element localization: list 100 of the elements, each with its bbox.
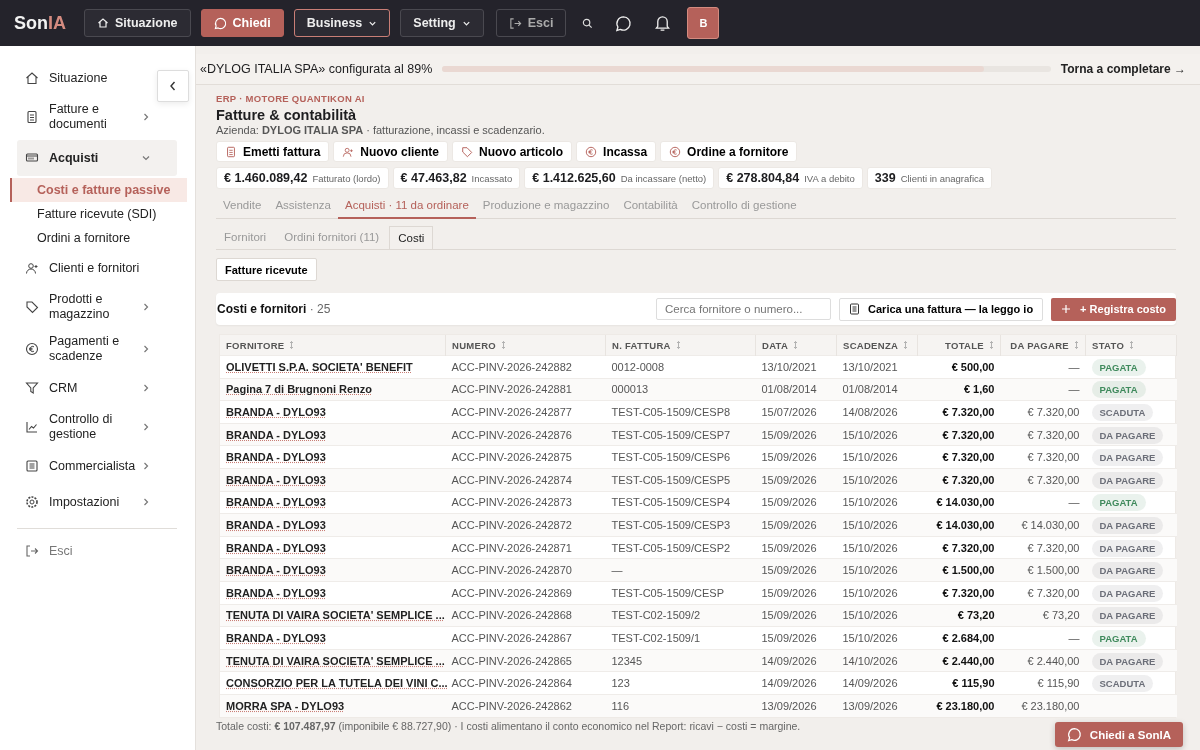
bell-icon[interactable]	[654, 14, 672, 32]
complete-link[interactable]: Torna a completare →	[1060, 62, 1186, 76]
kpi-label: Da incassare (netto)	[620, 172, 707, 184]
action-button[interactable]: Nuovo articolo	[452, 141, 573, 162]
chevron-right-icon	[141, 461, 151, 471]
supplier-link[interactable]: BRANDA - DYLO93	[226, 586, 326, 599]
supplier-link[interactable]: BRANDA - DYLO93	[226, 496, 326, 509]
table-cell: 14/09/2026	[761, 677, 817, 690]
chat-button[interactable]: Chiedi a SonIA	[1054, 722, 1183, 747]
table-cell: € 23.180,00	[1021, 699, 1080, 712]
chat-icon[interactable]	[615, 14, 633, 32]
table-cell: € 7.320,00	[942, 541, 995, 554]
action-button[interactable]: Nuovo cliente	[333, 141, 449, 162]
euro-icon	[585, 145, 598, 158]
nav-button[interactable]: Situazione	[84, 9, 191, 37]
sidebar-subitem[interactable]: Fatture ricevute (SDI)	[10, 202, 187, 226]
table-cell: ACC-PINV-2026-242876	[451, 428, 572, 441]
table-cell: ACC-PINV-2026-242864	[451, 677, 572, 690]
supplier-link[interactable]: BRANDA - DYLO93	[226, 451, 326, 464]
column-header[interactable]: DATA	[762, 339, 789, 351]
table-cell: € 73,20	[957, 609, 995, 622]
table-cell: —	[1068, 496, 1080, 509]
kpi-value: € 278.804,84	[726, 171, 800, 185]
sort-icon[interactable]	[989, 341, 994, 349]
sort-icon[interactable]	[793, 341, 799, 349]
table-cell: —	[1068, 383, 1080, 396]
tab[interactable]: Acquisti · 11 da ordinare	[338, 195, 476, 219]
table-cell: 15/10/2026	[842, 451, 898, 464]
menu-button[interactable]: Business	[293, 9, 391, 37]
table-cell: 116	[611, 699, 630, 712]
supplier-link[interactable]: BRANDA - DYLO93	[226, 631, 326, 644]
sidebar-label: Pagamenti e scadenze	[49, 334, 121, 364]
sidebar-subitem[interactable]: Ordini a fornitore	[10, 226, 187, 250]
logout-button[interactable]: Esci	[495, 9, 567, 37]
table-cell: € 14.030,00	[936, 518, 995, 531]
search-icon[interactable]	[582, 17, 594, 29]
page-subtitle: Azienda: DYLOG ITALIA SPA · fatturazione, incassi e scadenzario.	[216, 124, 546, 136]
supplier-link[interactable]: BRANDA - DYLO93	[226, 541, 326, 554]
card-title: Costi e fornitori · 25	[217, 302, 332, 316]
ask-button[interactable]: Chiedi	[200, 9, 284, 37]
kpi-label: Incassato	[471, 172, 513, 184]
sidebar-label: Fatture e documenti	[49, 102, 108, 132]
table-cell: ACC-PINV-2026-242867	[451, 631, 572, 644]
table-cell: 13/09/2026	[761, 699, 817, 712]
status-badge: DA PAGARE	[1091, 652, 1164, 670]
sort-icon[interactable]	[289, 341, 295, 349]
supplier-link[interactable]: CONSORZIO PER LA TUTELA DEI VINI C...	[226, 677, 448, 690]
sidebar-item[interactable]: Impostazioni	[17, 486, 177, 518]
table-cell: € 1,60	[963, 383, 995, 396]
table-cell: 15/09/2026	[761, 609, 817, 622]
table-cell: 15/09/2026	[761, 428, 817, 441]
sidebar-item[interactable]: CRM	[17, 372, 177, 404]
table-cell: 15/09/2026	[761, 451, 817, 464]
supplier-link[interactable]: OLIVETTI S.P.A. SOCIETA' BENEFIT	[226, 360, 413, 373]
action-button[interactable]: Emetti fattura	[216, 141, 330, 162]
table-cell: 13/10/2021	[842, 360, 898, 373]
filter-button[interactable]: Fatture ricevute	[216, 258, 317, 281]
table-cell: 14/09/2026	[761, 654, 817, 667]
euro-icon	[669, 145, 682, 158]
page-title: Fatture & contabilità	[216, 107, 358, 123]
table-cell: ACC-PINV-2026-242877	[451, 406, 572, 418]
sidebar-item[interactable]: Prodotti e magazzino	[17, 288, 177, 326]
sidebar-item[interactable]: Pagamenti e scadenze	[17, 330, 177, 368]
sort-icon[interactable]	[675, 341, 681, 349]
logout-item[interactable]: Esci	[17, 535, 177, 567]
sidebar-item[interactable]: Situazione	[17, 62, 151, 94]
sort-icon[interactable]	[1074, 341, 1079, 349]
supplier-link[interactable]: BRANDA - DYLO93	[226, 406, 326, 418]
table-cell: ACC-PINV-2026-242874	[451, 473, 572, 486]
sort-icon[interactable]	[903, 341, 909, 349]
table-cell: TEST-C05-1509/CESP5	[611, 473, 731, 486]
avatar-button[interactable]: B	[687, 7, 720, 39]
table-cell: € 500,00	[951, 360, 995, 373]
sort-icon[interactable]	[501, 341, 507, 349]
table-cell: 15/09/2026	[761, 631, 817, 644]
sidebar-item[interactable]: Acquisti	[17, 140, 177, 176]
sidebar-item[interactable]: Controllo di gestione	[17, 408, 177, 446]
subtab[interactable]: Costi	[389, 226, 434, 249]
table-cell: TEST-C02-1509/2	[611, 609, 701, 622]
sidebar-subitem[interactable]: Costi e fatture passive	[10, 178, 187, 202]
table-cell: 01/08/2014	[761, 383, 817, 396]
home-icon	[25, 71, 39, 85]
kpi-label: Clienti in anagrafica	[900, 172, 985, 184]
sidebar-item[interactable]: Clienti e fornitori	[17, 252, 177, 284]
collapse-button[interactable]	[157, 70, 189, 102]
sort-icon[interactable]	[1129, 341, 1135, 349]
column-header[interactable]: NUMERO	[452, 339, 497, 351]
euro-icon	[25, 342, 39, 356]
column-header[interactable]: FORNITORE	[226, 339, 285, 351]
table-cell: ACC-PINV-2026-242862	[451, 699, 572, 712]
action-button[interactable]: Ordine a fornitore	[660, 141, 798, 162]
sidebar-item[interactable]: Commercialista	[17, 450, 177, 482]
upload-button[interactable]: Carica una fattura — la leggo io	[839, 297, 1044, 321]
sidebar-item[interactable]: Fatture e documenti	[17, 98, 177, 136]
table-cell: € 7.320,00	[1027, 406, 1080, 418]
search-field[interactable]: Cerca fornitore o numero...	[656, 298, 832, 320]
menu-button[interactable]: Setting	[400, 9, 484, 37]
kpi-value: € 1.412.625,60	[532, 171, 616, 185]
action-button[interactable]: Incassa	[576, 141, 657, 162]
add-cost-button[interactable]: + Registra costo	[1051, 297, 1176, 321]
